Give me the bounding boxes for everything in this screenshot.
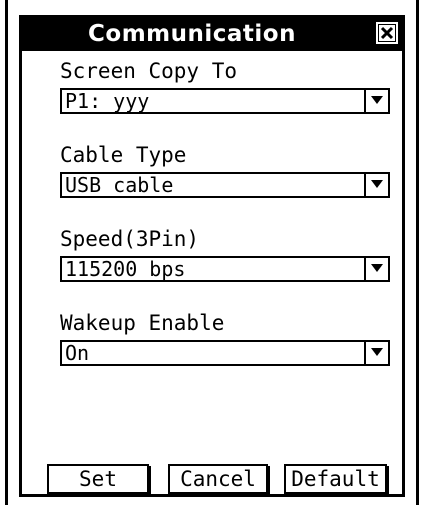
screen-copy-to-label: Screen Copy To <box>60 59 238 83</box>
set-button[interactable]: Set <box>47 464 149 494</box>
wakeup-enable-label: Wakeup Enable <box>60 311 225 335</box>
dropdown-arrow-icon[interactable] <box>364 258 388 280</box>
default-button[interactable]: Default <box>284 464 387 494</box>
dropdown-arrow-icon[interactable] <box>364 342 388 364</box>
speed-label: Speed(3Pin) <box>60 227 200 251</box>
dropdown-arrow-icon[interactable] <box>364 174 388 196</box>
speed-value: 115200 bps <box>65 257 186 281</box>
dropdown-arrow-icon[interactable] <box>364 90 388 112</box>
cancel-button[interactable]: Cancel <box>168 464 268 494</box>
screen-copy-to-select[interactable]: P1: yyy <box>60 88 390 114</box>
wakeup-enable-field: Wakeup Enable On <box>60 310 390 366</box>
communication-dialog: Communication Screen Copy To P1: yyy Cab… <box>19 15 405 497</box>
screen-copy-to-value: P1: yyy <box>65 89 150 113</box>
cable-type-value: USB cable <box>65 173 174 197</box>
background-edge-right <box>416 0 419 505</box>
cable-type-select[interactable]: USB cable <box>60 172 390 198</box>
wakeup-enable-select[interactable]: On <box>60 340 390 366</box>
dialog-titlebar: Communication <box>22 18 402 51</box>
cable-type-field: Cable Type USB cable <box>60 142 390 198</box>
speed-select[interactable]: 115200 bps <box>60 256 390 282</box>
background-edge-left <box>5 0 8 505</box>
dialog-title: Communication <box>88 21 296 47</box>
close-icon[interactable] <box>376 22 398 44</box>
wakeup-enable-value: On <box>65 341 90 365</box>
screen-copy-to-field: Screen Copy To P1: yyy <box>60 58 390 114</box>
cable-type-label: Cable Type <box>60 143 187 167</box>
speed-field: Speed(3Pin) 115200 bps <box>60 226 390 282</box>
